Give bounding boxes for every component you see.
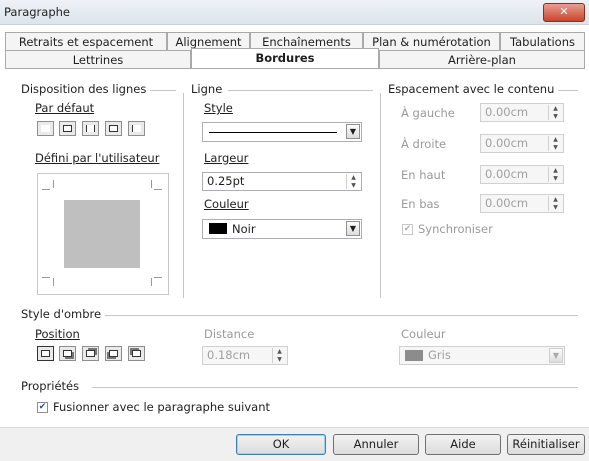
- width-spinner[interactable]: ▲ ▼: [346, 174, 360, 189]
- line-heading: Ligne: [191, 82, 223, 96]
- merge-label: Fusionner avec le paragraphe suivant: [53, 400, 271, 414]
- tab-tabulations[interactable]: Tabulations: [500, 32, 585, 50]
- cancel-button[interactable]: Annuler: [333, 434, 419, 455]
- top-spinner[interactable]: ▲ ▼: [548, 167, 562, 182]
- right-spacing-value: 0.00cm: [485, 136, 529, 150]
- properties-heading: Propriétés: [21, 379, 80, 393]
- tab-bordures[interactable]: Bordures: [191, 48, 379, 68]
- right-label: À droite: [401, 137, 447, 151]
- tab-plan-numerotation[interactable]: Plan & numérotation: [363, 32, 500, 50]
- right-spacing-field[interactable]: 0.00cm ▲ ▼: [480, 134, 564, 153]
- corner-mark: [42, 277, 50, 278]
- left-spinner[interactable]: ▲ ▼: [548, 105, 562, 120]
- tab-lettrines[interactable]: Lettrines: [5, 50, 191, 68]
- group-divider: [183, 93, 184, 298]
- chevron-down-icon[interactable]: ▼: [549, 348, 563, 363]
- shadow-color-value: Gris: [428, 348, 451, 362]
- bottom-spacing-field[interactable]: 0.00cm ▲ ▼: [480, 194, 564, 213]
- merge-checkbox[interactable]: ✔: [37, 402, 48, 413]
- reset-button[interactable]: Réinitialiser: [507, 434, 585, 455]
- close-icon[interactable]: ✕: [543, 3, 585, 22]
- shadow-top-left[interactable]: [128, 346, 145, 361]
- bottom-spinner[interactable]: ▲ ▼: [548, 196, 562, 211]
- user-defined-label: Défini par l'utilisateur: [35, 151, 160, 165]
- line-color-value: Noir: [232, 222, 256, 236]
- default-label: Par défaut: [35, 101, 95, 115]
- shadow-color-label: Couleur: [401, 327, 446, 341]
- border-preview[interactable]: [37, 173, 169, 295]
- shadow-color-swatch: [405, 350, 423, 361]
- corner-mark: [151, 278, 152, 286]
- group-rule: [105, 315, 578, 316]
- line-style-select[interactable]: ▼: [202, 122, 362, 142]
- width-value: 0.25pt: [207, 174, 245, 188]
- left-label: À gauche: [401, 106, 455, 120]
- group-rule: [558, 90, 578, 91]
- sync-label: Synchroniser: [418, 222, 493, 236]
- window-title: Paragraphe: [4, 5, 70, 19]
- title-bar: Paragraphe ✕: [0, 0, 589, 25]
- preset-full[interactable]: [105, 121, 122, 136]
- left-spacing-value: 0.00cm: [485, 105, 529, 119]
- top-spacing-field[interactable]: 0.00cm ▲ ▼: [480, 165, 564, 184]
- shadow-distance-field[interactable]: 0.18cm ▲ ▼: [202, 346, 288, 365]
- shadow-distance-label: Distance: [204, 327, 255, 341]
- tab-arriere-plan[interactable]: Arrière-plan: [379, 50, 585, 68]
- corner-mark: [154, 189, 162, 190]
- line-arrangement-heading: Disposition des lignes: [21, 82, 147, 96]
- shadow-bottom-right[interactable]: [59, 346, 76, 361]
- color-label: Couleur: [204, 197, 249, 211]
- shadow-heading: Style d'ombre: [21, 307, 102, 321]
- chevron-down-icon[interactable]: ▼: [346, 124, 360, 139]
- shadow-distance-value: 0.18cm: [207, 348, 251, 362]
- bottom-spacing-value: 0.00cm: [485, 196, 529, 210]
- shadow-none[interactable]: [37, 346, 54, 361]
- tab-divider: [5, 68, 585, 69]
- preview-paragraph: [64, 200, 140, 268]
- width-field[interactable]: 0.25pt ▲ ▼: [202, 172, 362, 191]
- group-rule: [92, 387, 578, 388]
- corner-mark: [53, 180, 54, 188]
- corner-mark: [151, 180, 152, 188]
- corner-mark: [154, 277, 162, 278]
- help-button[interactable]: Aide: [425, 434, 501, 455]
- top-spacing-value: 0.00cm: [485, 167, 529, 181]
- shadow-color-select[interactable]: Gris ▼: [399, 346, 565, 365]
- preset-box[interactable]: [59, 121, 76, 136]
- shadow-bottom-left[interactable]: [105, 346, 122, 361]
- line-color-select[interactable]: Noir ▼: [202, 219, 362, 239]
- left-spacing-field[interactable]: 0.00cm ▲ ▼: [480, 103, 564, 122]
- tab-retraits[interactable]: Retraits et espacement: [5, 32, 167, 50]
- width-label: Largeur: [204, 151, 249, 165]
- shadow-top-right[interactable]: [82, 346, 99, 361]
- line-style-preview: [209, 132, 337, 133]
- distance-spinner[interactable]: ▲ ▼: [272, 348, 286, 363]
- preset-left[interactable]: [128, 121, 145, 136]
- top-label: En haut: [401, 168, 446, 182]
- color-swatch: [209, 223, 227, 234]
- shadow-position-label: Position: [35, 327, 80, 341]
- preset-none[interactable]: [37, 121, 54, 136]
- sync-checkbox[interactable]: ✔: [402, 224, 413, 235]
- style-label: Style: [204, 101, 233, 115]
- group-rule: [150, 90, 176, 91]
- group-divider: [380, 93, 381, 298]
- spacing-heading: Espacement avec le contenu: [388, 82, 555, 96]
- ok-button[interactable]: OK: [236, 434, 326, 455]
- right-spinner[interactable]: ▲ ▼: [548, 136, 562, 151]
- corner-mark: [53, 278, 54, 286]
- preset-box-shadow[interactable]: [82, 121, 99, 136]
- group-rule: [228, 90, 373, 91]
- bottom-label: En bas: [401, 197, 440, 211]
- corner-mark: [42, 189, 50, 190]
- chevron-down-icon[interactable]: ▼: [346, 221, 360, 236]
